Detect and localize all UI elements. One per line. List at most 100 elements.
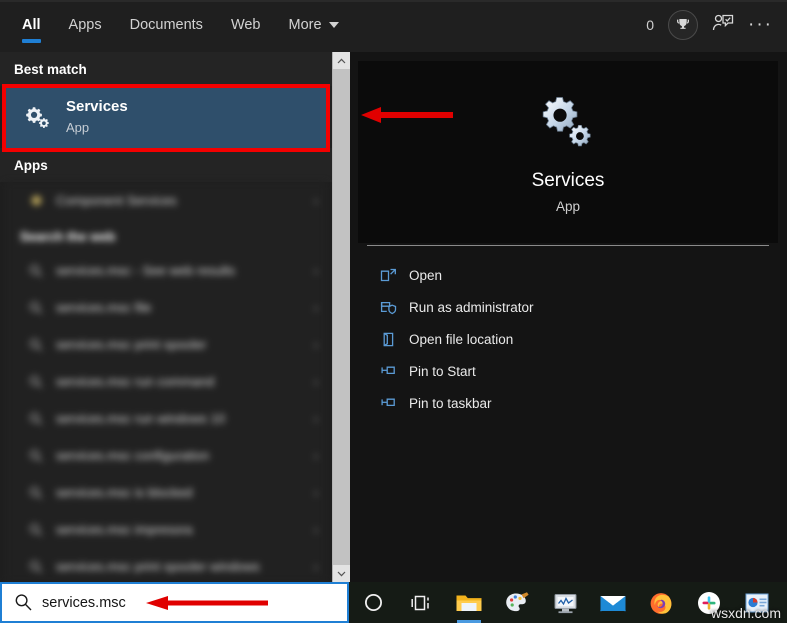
- shield-window-icon: [367, 299, 409, 316]
- list-item[interactable]: services.msc is blocked ›: [6, 474, 326, 511]
- task-view-icon[interactable]: [397, 582, 445, 623]
- tab-list: All Apps Documents Web More: [0, 2, 353, 48]
- best-match-header: Best match: [0, 52, 332, 86]
- results-scrollbar[interactable]: [332, 52, 350, 582]
- action-open[interactable]: Open: [367, 259, 769, 291]
- list-item[interactable]: services.msc - See web results ›: [6, 252, 326, 289]
- list-item-label: services.msc run windows 10: [56, 411, 226, 426]
- chevron-right-icon: ›: [314, 448, 318, 463]
- pin-icon: [367, 395, 409, 412]
- firefox-icon[interactable]: [637, 582, 685, 623]
- app-preview-card: Services App: [358, 61, 778, 243]
- search-icon: [16, 338, 56, 352]
- tab-documents-label: Documents: [129, 17, 203, 33]
- action-pin-to-taskbar[interactable]: Pin to taskbar: [367, 387, 769, 419]
- performance-monitor-icon[interactable]: [541, 582, 589, 623]
- chevron-right-icon: ›: [314, 374, 318, 389]
- chevron-down-icon: [328, 22, 339, 28]
- app-icon: [16, 193, 56, 208]
- list-item-label: services.msc - See web results: [56, 263, 236, 278]
- list-item-label: services.msc is blocked: [56, 485, 193, 500]
- chevron-right-icon: ›: [314, 522, 318, 537]
- apps-header: Apps: [0, 148, 332, 182]
- action-pin-to-taskbar-label: Pin to taskbar: [409, 395, 492, 411]
- action-open-file-location[interactable]: Open file location: [367, 323, 769, 355]
- tab-more-label: More: [288, 17, 322, 33]
- scroll-down-button[interactable]: [333, 565, 350, 582]
- more-options-button[interactable]: ···: [748, 15, 773, 34]
- preview-divider: [367, 245, 769, 246]
- result-title: Services: [66, 98, 128, 115]
- search-icon: [16, 264, 56, 278]
- tab-all[interactable]: All: [8, 2, 55, 48]
- list-item[interactable]: Component Services ›: [6, 182, 326, 219]
- result-subtitle: App: [66, 120, 90, 135]
- chevron-right-icon: ›: [314, 411, 318, 426]
- annotation-arrow-search: [146, 595, 268, 616]
- list-item[interactable]: services.msc run windows 10 ›: [6, 400, 326, 437]
- paint-icon[interactable]: [493, 582, 541, 623]
- list-item[interactable]: services.msc run command ›: [6, 363, 326, 400]
- person-feedback-icon[interactable]: [712, 13, 734, 38]
- list-item-label: Component Services: [56, 193, 177, 208]
- search-icon: [16, 449, 56, 463]
- tab-apps[interactable]: Apps: [55, 2, 116, 48]
- tab-documents[interactable]: Documents: [116, 2, 217, 48]
- search-icon: [16, 412, 56, 426]
- watermark: wsxdn.com: [710, 605, 781, 621]
- preview-actions-list: Open Run as administrator Open file loca…: [367, 259, 769, 419]
- chevron-right-icon: ›: [314, 193, 318, 208]
- tab-web-label: Web: [230, 17, 261, 33]
- scrollbar-thumb[interactable]: [333, 69, 350, 565]
- search-filter-tabbar: All Apps Documents Web More 0 ···: [0, 0, 787, 52]
- search-icon: [16, 560, 56, 574]
- trophy-icon[interactable]: [668, 10, 699, 40]
- search-overlay: All Apps Documents Web More 0 ··· Best m…: [0, 0, 787, 623]
- list-item[interactable]: services.msc print spooler ›: [6, 326, 326, 363]
- action-pin-to-start[interactable]: Pin to Start: [367, 355, 769, 387]
- list-item-label: services.msc configuration: [56, 448, 210, 463]
- list-item-label: services.msc run command: [56, 374, 215, 389]
- cortana-icon[interactable]: [349, 582, 397, 623]
- tab-apps-label: Apps: [68, 17, 102, 33]
- web-header: Search the web: [20, 229, 116, 244]
- tabbar-actions: 0 ···: [646, 2, 787, 48]
- chevron-right-icon: ›: [314, 263, 318, 278]
- scroll-up-button[interactable]: [333, 52, 350, 69]
- scrollbar-track[interactable]: [332, 52, 350, 582]
- list-item[interactable]: services.msc configuration ›: [6, 437, 326, 474]
- search-icon: [14, 593, 42, 612]
- list-item-label: services.msc print spooler: [56, 337, 207, 352]
- chevron-right-icon: ›: [314, 337, 318, 352]
- preview-app-title: Services: [531, 169, 605, 191]
- action-run-as-administrator-label: Run as administrator: [409, 299, 534, 315]
- search-icon: [16, 301, 56, 315]
- tab-active-indicator: [22, 39, 41, 43]
- file-explorer-icon[interactable]: [445, 582, 493, 623]
- tab-more[interactable]: More: [275, 2, 353, 48]
- tab-all-label: All: [22, 17, 41, 33]
- open-window-icon: [367, 267, 409, 284]
- pin-icon: [367, 363, 409, 380]
- list-item[interactable]: services.msc print spooler windows ›: [6, 548, 326, 582]
- chevron-right-icon: ›: [314, 300, 318, 315]
- list-item[interactable]: services.msc file ›: [6, 289, 326, 326]
- result-text: Services App: [60, 97, 128, 137]
- result-item-services[interactable]: Services App: [6, 86, 326, 148]
- preview-pane: Services App Open Run as administrator O…: [349, 52, 787, 582]
- list-item[interactable]: services.msc impresora ›: [6, 511, 326, 548]
- chevron-right-icon: ›: [314, 485, 318, 500]
- preview-app-subtitle: App: [555, 198, 581, 214]
- tab-web[interactable]: Web: [217, 2, 275, 48]
- blurred-results-list[interactable]: Component Services › Search the web serv…: [6, 182, 326, 582]
- list-item-label: services.msc impresora: [56, 522, 193, 537]
- action-run-as-administrator[interactable]: Run as administrator: [367, 291, 769, 323]
- mail-icon[interactable]: [589, 582, 637, 623]
- rewards-count: 0: [646, 17, 655, 33]
- list-item-label: services.msc print spooler windows: [56, 559, 260, 574]
- search-icon: [16, 486, 56, 500]
- folder-open-icon: [367, 331, 409, 348]
- search-icon: [16, 523, 56, 537]
- search-input[interactable]: services.msc: [42, 595, 126, 611]
- annotation-arrow-preview: [361, 106, 453, 129]
